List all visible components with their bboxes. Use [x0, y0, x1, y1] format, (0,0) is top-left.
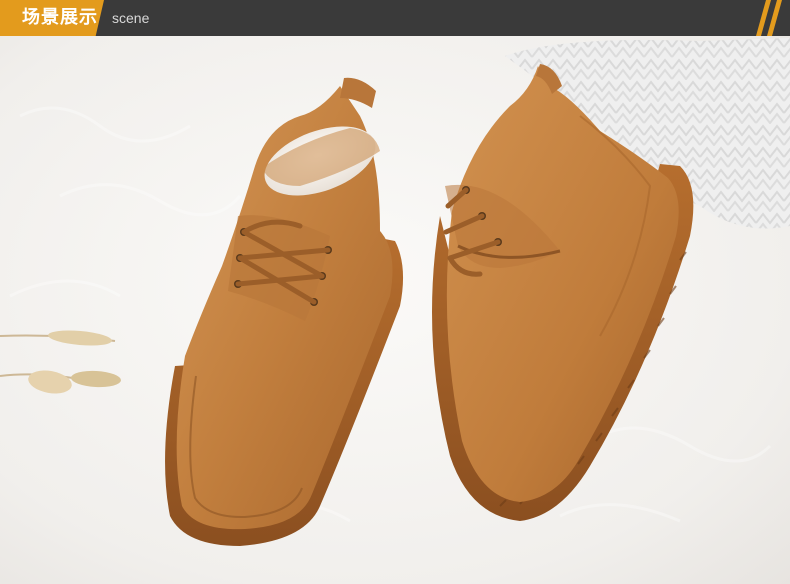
header-stripes-icon: [756, 0, 782, 36]
section-title: 场景展示: [22, 7, 98, 28]
section-header: 场景展示 scene: [0, 0, 790, 36]
scene-photo: [0, 36, 790, 584]
section-subtitle: scene: [112, 10, 150, 26]
scene-page: 场景展示 scene: [0, 0, 790, 584]
title-badge: 场景展示: [0, 0, 104, 36]
